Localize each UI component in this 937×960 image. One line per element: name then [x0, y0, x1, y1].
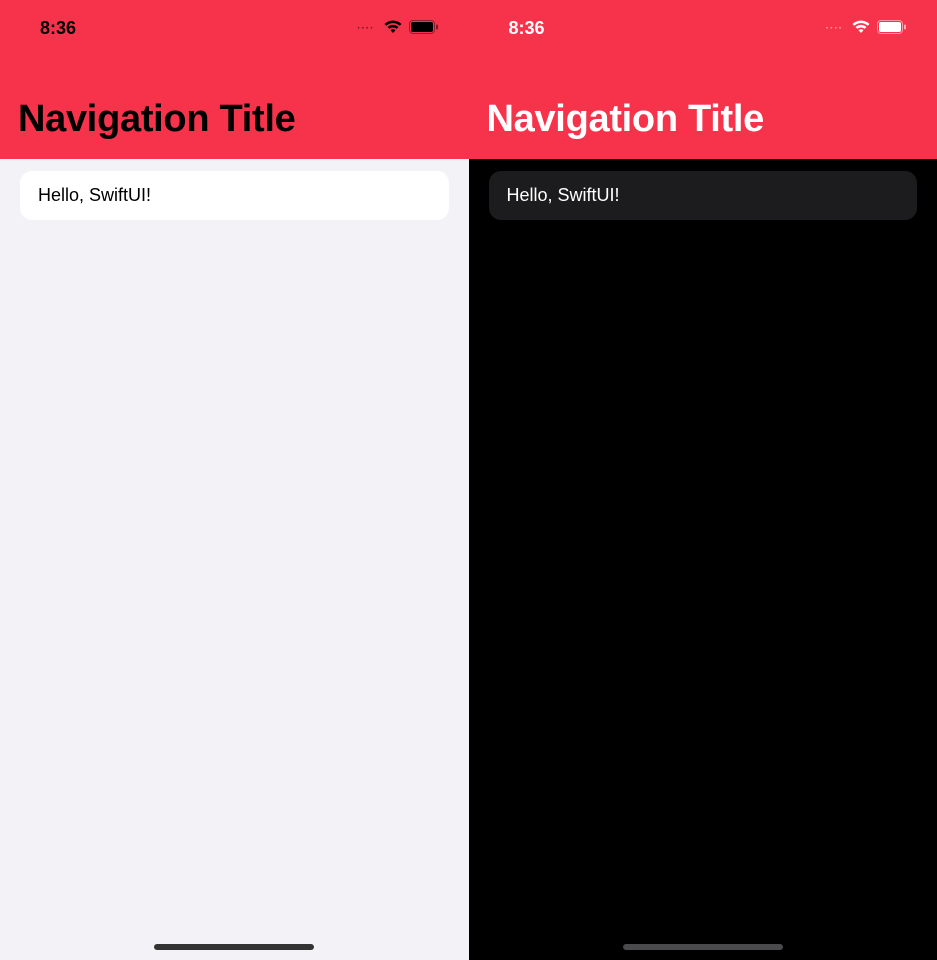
device-dark-mode: 8:36 ···· Navigation Title Hello, SwiftU…: [469, 0, 937, 960]
navigation-bar: 8:36 ···· Navigation Title: [0, 0, 469, 159]
wifi-icon: [851, 18, 871, 39]
status-time: 8:36: [40, 18, 76, 39]
list-content[interactable]: Hello, SwiftUI!: [469, 159, 937, 960]
list-row-label: Hello, SwiftUI!: [38, 185, 151, 205]
list-row[interactable]: Hello, SwiftUI!: [20, 171, 449, 220]
battery-icon: [877, 18, 907, 39]
wifi-icon: [383, 18, 403, 39]
status-dots: ····: [357, 23, 374, 34]
status-indicators: ····: [357, 18, 438, 39]
navigation-bar: 8:36 ···· Navigation Title: [469, 0, 937, 159]
battery-icon: [409, 18, 439, 39]
list-row-label: Hello, SwiftUI!: [507, 185, 620, 205]
device-light-mode: 8:36 ···· Navigation Title Hello, SwiftU…: [0, 0, 469, 960]
list-content[interactable]: Hello, SwiftUI!: [0, 159, 469, 960]
home-indicator[interactable]: [154, 944, 314, 950]
status-bar: 8:36 ····: [469, 14, 937, 42]
home-indicator[interactable]: [623, 944, 783, 950]
list-row[interactable]: Hello, SwiftUI!: [489, 171, 918, 220]
status-time: 8:36: [509, 18, 545, 39]
navigation-large-title: Navigation Title: [0, 42, 469, 149]
status-indicators: ····: [826, 18, 907, 39]
navigation-large-title: Navigation Title: [469, 42, 937, 149]
status-dots: ····: [826, 23, 843, 34]
status-bar: 8:36 ····: [0, 14, 469, 42]
